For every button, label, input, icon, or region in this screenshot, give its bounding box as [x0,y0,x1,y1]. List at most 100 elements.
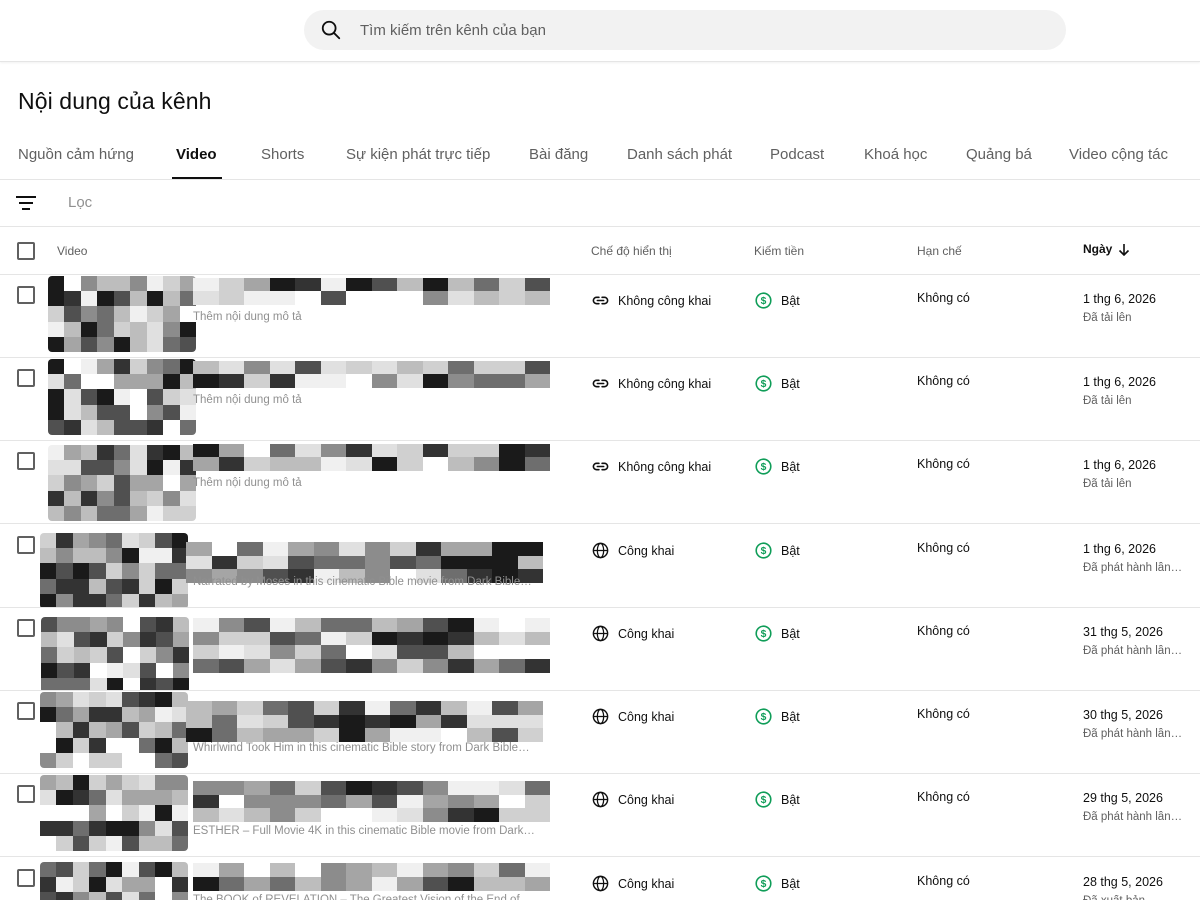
tab-collaborations[interactable]: Video cộng tác [1069,132,1168,179]
video-title-blurred[interactable] [193,863,550,877]
table-row[interactable]: Whirlwind Took Him in this cinematic Bib… [0,691,1200,774]
video-title-blurred[interactable] [193,781,550,795]
visibility-cell[interactable]: Không công khai [591,374,711,393]
video-thumbnail[interactable] [48,276,196,352]
tab-playlists[interactable]: Danh sách phát [627,132,732,179]
thumbnail-pixel [89,722,106,738]
monetization-cell[interactable]: $ Bật [754,707,800,726]
row-checkbox[interactable] [17,369,35,387]
table-row[interactable]: ESTHER – Full Movie 4K in this cinematic… [0,774,1200,857]
thumbnail-pixel [146,419,164,435]
video-thumbnail[interactable] [40,862,188,900]
row-checkbox[interactable] [17,452,35,470]
tab-video[interactable]: Video [172,132,222,179]
thumbnail-pixel [179,490,196,506]
row-checkbox[interactable] [17,536,35,554]
monetization-cell[interactable]: $ Bật [754,374,800,393]
video-title-blurred[interactable] [193,291,550,305]
video-title-blurred[interactable] [193,361,550,375]
video-title-blurred[interactable] [193,659,550,673]
video-title-blurred[interactable] [186,728,543,742]
video-title-blurred[interactable] [186,715,543,729]
video-thumbnail[interactable] [48,445,196,521]
monetization-cell[interactable]: $ Bật [754,541,800,560]
visibility-cell[interactable]: Công khai [591,707,674,726]
search-icon[interactable] [320,19,342,41]
column-restrictions[interactable]: Hạn chế [917,244,962,258]
row-checkbox[interactable] [17,702,35,720]
globe-icon [591,874,618,893]
row-checkbox[interactable] [17,785,35,803]
table-row[interactable]: The BOOK of REVELATION – The Greatest Vi… [0,858,1200,900]
video-thumbnail[interactable] [40,533,188,607]
svg-text:$: $ [761,795,767,806]
video-title-blurred[interactable] [186,556,543,570]
thumbnail-pixel [171,593,188,607]
title-pixel [499,374,525,388]
select-all-checkbox[interactable] [17,242,35,260]
video-title-blurred[interactable] [193,278,550,292]
column-monetization[interactable]: Kiếm tiền [754,244,804,258]
video-title-blurred[interactable] [193,808,550,822]
video-thumbnail[interactable] [40,692,188,768]
filter-input[interactable] [68,194,468,211]
video-title-blurred[interactable] [193,795,550,809]
visibility-cell[interactable]: Công khai [591,541,674,560]
column-visibility[interactable]: Chế độ hiển thị [591,244,672,258]
tab-promotions[interactable]: Quảng bá [966,132,1032,179]
thumbnail-pixel [56,707,73,723]
thumbnail-pixel [97,306,114,322]
video-title-blurred[interactable] [186,701,543,715]
video-title-blurred[interactable] [193,374,550,388]
table-row[interactable]: Thêm nội dung mô tả Không công khai $ Bật Kh… [0,275,1200,358]
video-thumbnail[interactable] [48,359,196,435]
table-row[interactable]: Thêm nội dung mô tả Không công khai $ Bật Kh… [0,441,1200,524]
title-pixel [397,361,423,375]
row-checkbox[interactable] [17,619,35,637]
visibility-cell[interactable]: Không công khai [591,291,711,310]
title-pixel [524,632,550,646]
title-pixel [295,808,321,822]
column-date[interactable]: Ngày [1083,242,1130,256]
title-pixel [448,457,474,471]
tab-podcast[interactable]: Podcast [770,132,824,179]
filter-icon[interactable] [15,194,37,212]
tab-inspiration[interactable]: Nguồn cảm hứng [18,132,134,179]
thumbnail-pixel [146,404,164,420]
table-row[interactable]: Thêm nội dung mô tả Không công khai $ Bật Kh… [0,358,1200,441]
thumbnail-pixel [138,563,156,579]
tab-shorts[interactable]: Shorts [261,132,304,179]
thumbnail-pixel [57,677,74,690]
video-title-blurred[interactable] [186,542,543,556]
visibility-cell[interactable]: Công khai [591,790,674,809]
search-input[interactable] [360,21,1000,39]
monetization-cell[interactable]: $ Bật [754,790,800,809]
title-pixel [193,361,219,375]
visibility-cell[interactable]: Công khai [591,874,674,893]
channel-search-box[interactable] [304,10,1066,50]
video-title-blurred[interactable] [193,444,550,458]
table-row[interactable]: Công khai $ Bật Không có 31 thg 5, 2026 Đã ph… [0,608,1200,691]
table-row[interactable]: Narrated by Moses in this cinematic Bibl… [0,525,1200,608]
monetization-cell[interactable]: $ Bật [754,291,800,310]
visibility-cell[interactable]: Công khai [591,624,674,643]
monetization-cell[interactable]: $ Bật [754,624,800,643]
video-title-blurred[interactable] [193,645,550,659]
monetization-cell[interactable]: $ Bật [754,457,800,476]
thumbnail-pixel [138,877,156,893]
svg-text:$: $ [761,629,767,640]
video-title-blurred[interactable] [193,632,550,646]
thumbnail-pixel [179,419,196,435]
video-title-blurred[interactable] [193,877,550,891]
row-checkbox[interactable] [17,286,35,304]
visibility-cell[interactable]: Không công khai [591,457,711,476]
video-thumbnail[interactable] [40,775,188,851]
row-checkbox[interactable] [17,869,35,887]
tab-live[interactable]: Sự kiện phát trực tiếp [346,132,490,179]
video-title-blurred[interactable] [193,618,550,632]
tab-posts[interactable]: Bài đăng [529,132,588,179]
video-title-blurred[interactable] [193,457,550,471]
monetization-cell[interactable]: $ Bật [754,874,800,893]
video-thumbnail[interactable] [41,617,189,690]
tab-courses[interactable]: Khoá học [864,132,927,179]
